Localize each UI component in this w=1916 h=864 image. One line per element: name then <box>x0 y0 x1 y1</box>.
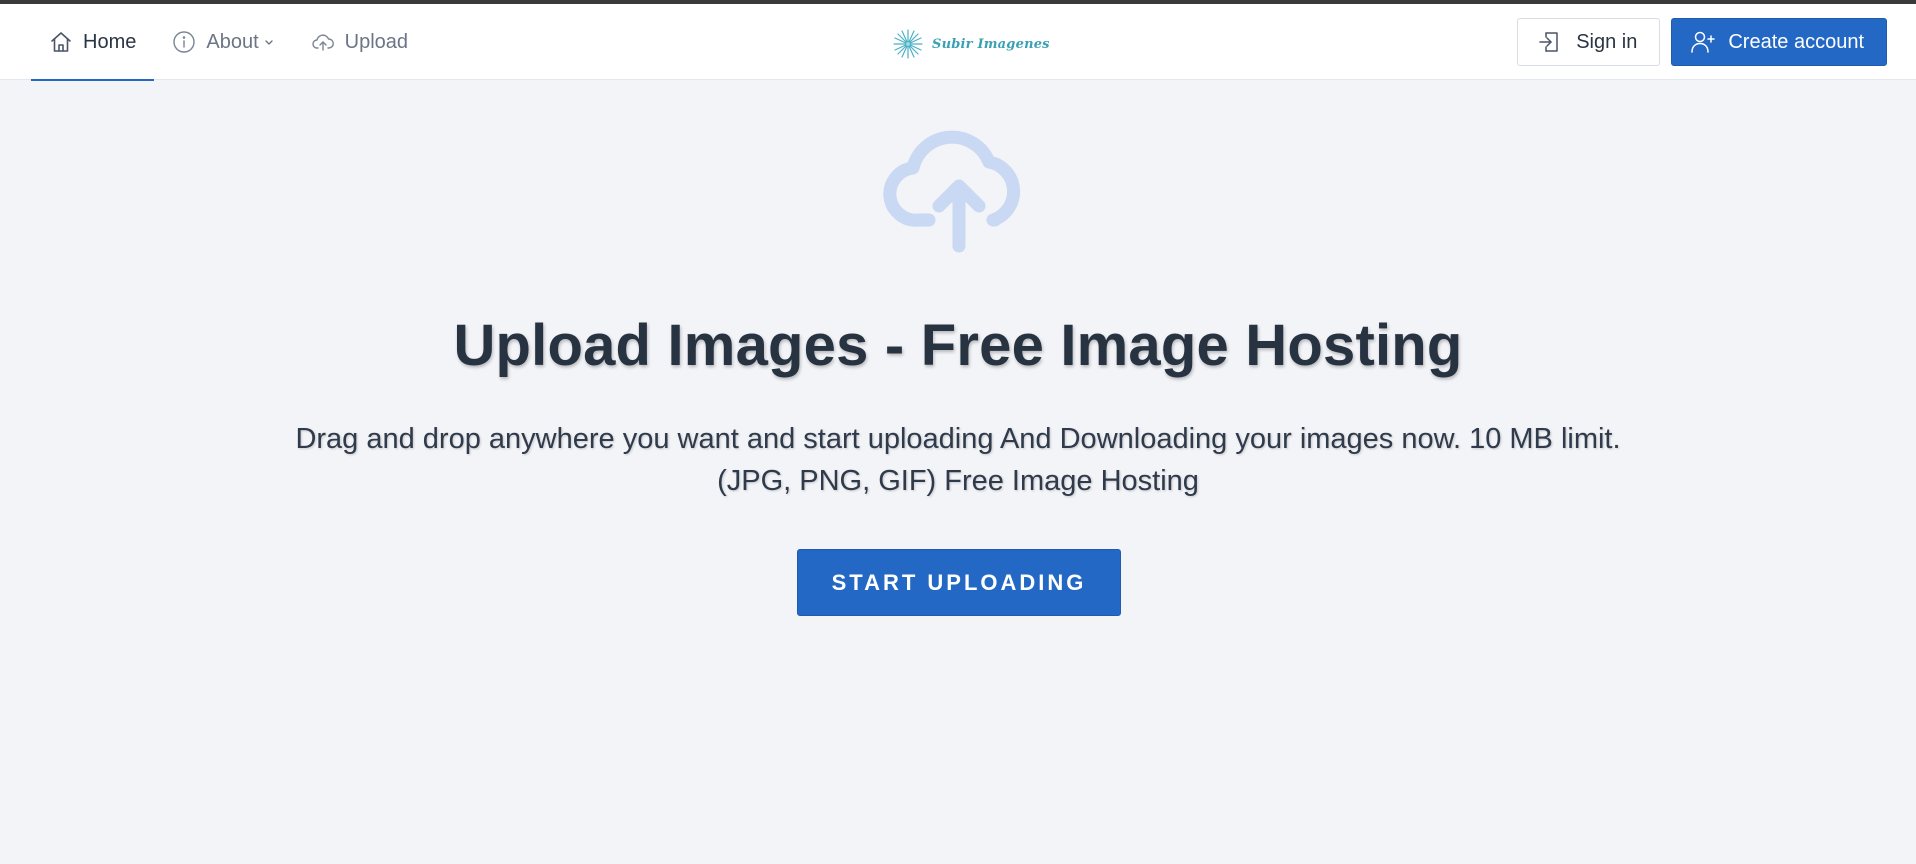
nav-item-label: Home <box>83 30 137 53</box>
brand-logo[interactable]: Subir Imagenes <box>890 26 1050 62</box>
nav-item-label: Upload <box>344 30 409 53</box>
hero-description-line1: Drag and drop anywhere you want and star… <box>295 423 1621 455</box>
start-uploading-button[interactable]: START UPLOADING <box>797 549 1121 616</box>
brand-logo-text: Subir Imagenes <box>932 36 1050 52</box>
nav-item-home[interactable]: Home <box>31 4 155 81</box>
auth-actions: Sign in Create account <box>1517 18 1887 66</box>
sign-in-label: Sign in <box>1576 30 1638 53</box>
user-plus-icon <box>1690 29 1716 55</box>
home-icon <box>49 30 73 54</box>
navbar: Home About Upload Subir Imagenes Sign in… <box>0 4 1916 81</box>
cloud-upload-hero-icon <box>883 126 1043 256</box>
info-icon <box>172 30 196 54</box>
sign-in-icon <box>1536 29 1562 55</box>
main-nav: Home About Upload <box>31 4 426 81</box>
chevron-down-icon <box>263 36 275 48</box>
snowflake-logo-icon <box>890 26 926 62</box>
create-account-label: Create account <box>1728 30 1864 53</box>
nav-item-upload[interactable]: Upload <box>293 4 426 80</box>
cloud-upload-icon <box>311 30 335 54</box>
sign-in-button[interactable]: Sign in <box>1517 18 1661 66</box>
page-title: Upload Images - Free Image Hosting <box>453 313 1463 378</box>
hero-description: Drag and drop anywhere you want and star… <box>230 418 1686 502</box>
create-account-button[interactable]: Create account <box>1671 18 1887 66</box>
hero-description-line2: (JPG, PNG, GIF) Free Image Hosting <box>717 465 1199 497</box>
nav-item-label: About <box>206 30 259 53</box>
nav-item-about[interactable]: About <box>154 4 292 80</box>
